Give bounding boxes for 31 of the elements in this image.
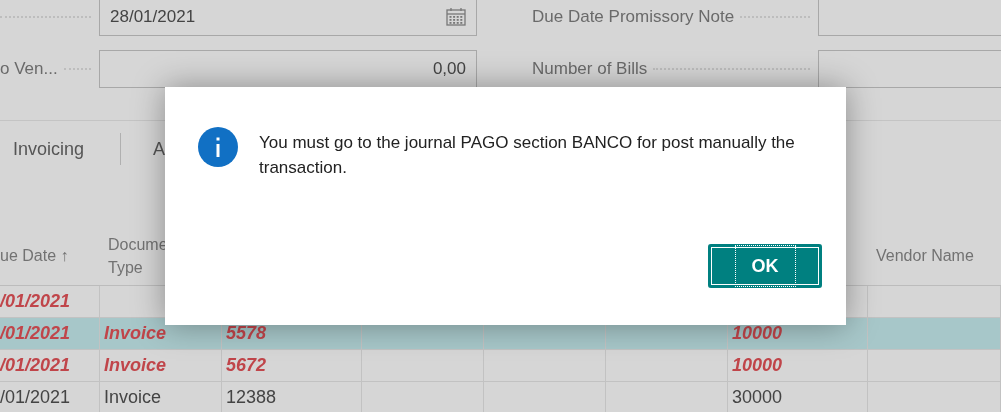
ok-button[interactable]: OK	[708, 244, 822, 288]
action-tab[interactable]: Invoicing	[13, 138, 85, 160]
info-icon	[198, 127, 238, 167]
table-cell: Invoice	[104, 323, 167, 344]
column-header[interactable]: ue Date ↑	[0, 244, 69, 268]
field-label: Number of Bills	[532, 59, 648, 79]
table-cell: /01/2021	[0, 387, 71, 408]
table-row[interactable]: /01/2021 Invoice 5672 10000	[0, 350, 1001, 382]
input-field[interactable]: 0,00	[99, 50, 477, 88]
column-header[interactable]: Docume Type	[108, 232, 168, 280]
table-cell: 12388	[226, 387, 277, 408]
input-field[interactable]	[818, 50, 1001, 88]
table-row[interactable]: /01/2021 Invoice 12388 30000	[0, 382, 1001, 412]
calendar-icon[interactable]	[446, 8, 466, 26]
input-field[interactable]	[818, 0, 1001, 36]
dialog-message: You must go to the journal PAGO section BANCO for post manually the transaction.	[259, 132, 796, 179]
table-cell: 5672	[226, 355, 267, 376]
table-cell: 30000	[732, 387, 783, 408]
table-cell: 10000	[732, 323, 783, 344]
table-cell: 5578	[226, 323, 267, 344]
table-cell: /01/2021	[0, 291, 71, 312]
input-field[interactable]: 28/01/2021	[99, 0, 477, 36]
field-label: Due Date Promissory Note	[532, 7, 735, 27]
table-cell: Invoice	[104, 387, 162, 408]
table-cell: /01/2021	[0, 323, 71, 344]
field-label: o Ven...	[0, 59, 58, 79]
table-cell: /01/2021	[0, 355, 71, 376]
column-header[interactable]: Vendor Name	[876, 244, 974, 268]
table-cell: Invoice	[104, 355, 167, 376]
table-cell: 10000	[732, 355, 783, 376]
action-tab[interactable]: A	[153, 138, 166, 160]
